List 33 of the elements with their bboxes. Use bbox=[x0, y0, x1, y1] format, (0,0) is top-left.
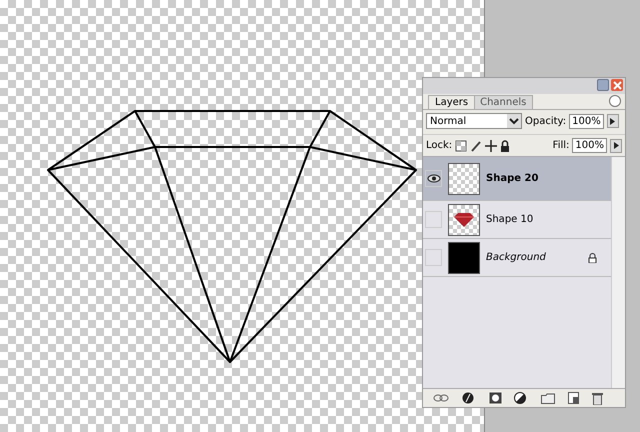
scrollbar[interactable] bbox=[611, 157, 625, 388]
brush-icon[interactable] bbox=[470, 140, 482, 152]
move-icon[interactable] bbox=[485, 140, 498, 152]
panel-menu-icon[interactable] bbox=[609, 95, 621, 107]
layer-style-icon[interactable] bbox=[462, 392, 476, 404]
opacity-field[interactable]: 100% bbox=[569, 114, 604, 128]
trash-icon[interactable] bbox=[592, 392, 603, 404]
opacity-label: Opacity: bbox=[525, 116, 566, 126]
new-layer-icon[interactable] bbox=[568, 392, 579, 404]
visibility-toggle[interactable] bbox=[425, 170, 442, 187]
padlock-icon[interactable] bbox=[500, 140, 510, 152]
eye-icon bbox=[426, 174, 440, 183]
caret-icon bbox=[507, 114, 521, 128]
visibility-toggle[interactable] bbox=[425, 249, 442, 266]
adjustment-icon[interactable] bbox=[514, 392, 528, 404]
fill-label: Fill: bbox=[552, 140, 570, 151]
layer-row[interactable]: Shape 10 bbox=[423, 201, 611, 239]
panel-tab[interactable]: Layers bbox=[428, 95, 476, 109]
layer-row[interactable]: Shape 20 bbox=[423, 157, 611, 201]
blend-mode-dropdown[interactable]: Normal bbox=[426, 113, 522, 129]
fill-field[interactable]: 100% bbox=[572, 138, 607, 153]
mask-icon[interactable] bbox=[488, 392, 502, 404]
visibility-toggle[interactable] bbox=[425, 211, 442, 228]
layer-name: Background bbox=[486, 252, 547, 263]
lock-label: Lock: bbox=[426, 140, 452, 151]
folder-icon[interactable] bbox=[541, 392, 556, 404]
layer-name: Shape 20 bbox=[486, 173, 540, 184]
lock-transparency-icon[interactable] bbox=[455, 140, 468, 152]
link-icon[interactable] bbox=[433, 394, 450, 402]
layer-name: Shape 10 bbox=[486, 214, 534, 225]
layer-row[interactable]: Background bbox=[423, 239, 611, 277]
close-button[interactable] bbox=[611, 79, 623, 91]
panel-tab[interactable]: Channels bbox=[473, 95, 534, 109]
